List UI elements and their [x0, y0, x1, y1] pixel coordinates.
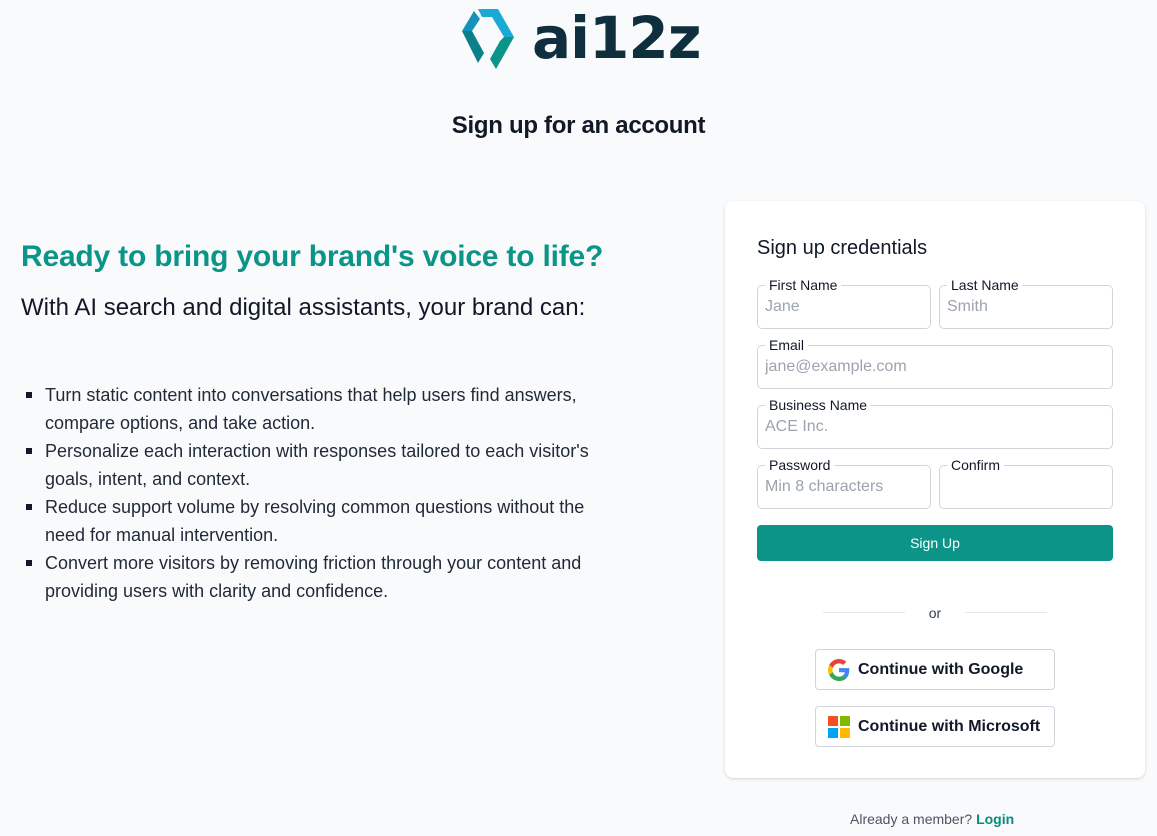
benefit-item: Turn static content into conversations t…: [26, 381, 605, 437]
benefit-item: Personalize each interaction with respon…: [26, 437, 605, 493]
last-name-label: Last Name: [947, 276, 1023, 294]
login-link[interactable]: Login: [976, 811, 1014, 827]
brand-logo: ai12z: [456, 2, 701, 74]
hero-subheading: With AI search and digital assistants, y…: [21, 294, 586, 321]
sign-up-button[interactable]: Sign Up: [757, 525, 1113, 561]
divider-right: [965, 612, 1047, 613]
first-name-label: First Name: [765, 276, 842, 294]
continue-with-microsoft-button[interactable]: Continue with Microsoft: [815, 706, 1055, 747]
signup-card: Sign up credentials First Name Last Name…: [725, 201, 1145, 778]
business-name-label: Business Name: [765, 396, 872, 414]
page-title: Sign up for an account: [451, 112, 706, 139]
microsoft-button-label: Continue with Microsoft: [858, 717, 1041, 735]
already-member-text: Already a member?: [850, 811, 973, 827]
benefit-item: Convert more visitors by removing fricti…: [26, 549, 605, 605]
card-title: Sign up credentials: [757, 237, 928, 259]
hero-heading: Ready to bring your brand's voice to lif…: [21, 240, 604, 273]
google-button-label: Continue with Google: [858, 660, 1024, 678]
or-separator: or: [928, 605, 942, 621]
last-name-field: Last Name: [939, 276, 1113, 329]
login-prompt: Already a member? Login: [850, 811, 1014, 827]
continue-with-google-button[interactable]: Continue with Google: [815, 649, 1055, 690]
microsoft-icon: [828, 715, 850, 738]
business-name-field: Business Name: [757, 396, 1113, 449]
google-icon: [828, 658, 850, 681]
logo-wordmark: ai12z: [532, 4, 701, 72]
password-label: Password: [765, 456, 835, 474]
confirm-label: Confirm: [947, 456, 1005, 474]
confirm-field: Confirm: [939, 456, 1113, 509]
benefits-list: Turn static content into conversations t…: [26, 381, 605, 605]
password-field: Password: [757, 456, 931, 509]
email-field: Email: [757, 336, 1113, 389]
first-name-field: First Name: [757, 276, 931, 329]
email-label: Email: [765, 336, 809, 354]
logo-mark-icon: [462, 9, 514, 69]
benefit-item: Reduce support volume by resolving commo…: [26, 493, 605, 549]
email-input[interactable]: [758, 346, 1112, 388]
